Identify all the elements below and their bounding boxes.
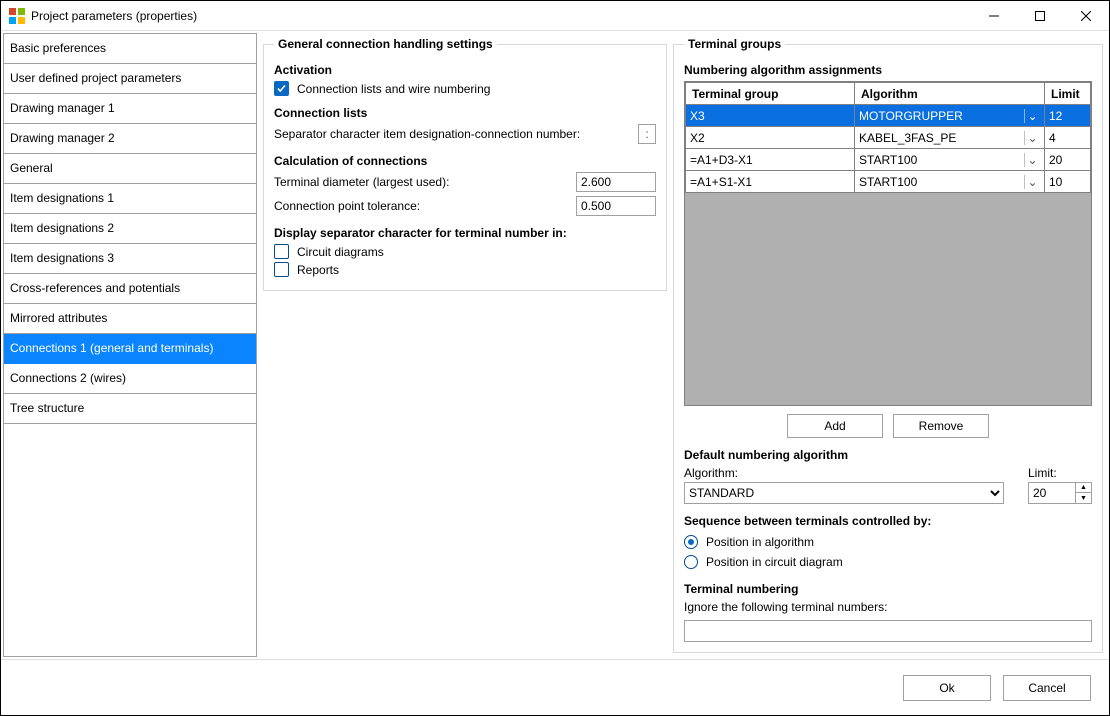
add-button[interactable]: Add xyxy=(787,414,883,438)
assignments-table[interactable]: Terminal group Algorithm Limit X3MOTORGR… xyxy=(684,81,1092,406)
maximize-button[interactable] xyxy=(1017,1,1063,31)
chevron-down-icon[interactable]: ⌄ xyxy=(1024,153,1040,167)
sidebar-item[interactable]: Cross-references and potentials xyxy=(4,274,256,304)
sidebar-item[interactable]: Connections 2 (wires) xyxy=(4,364,256,394)
sidebar-item[interactable]: Mirrored attributes xyxy=(4,304,256,334)
table-row[interactable]: X3MOTORGRUPPER⌄12 xyxy=(686,105,1091,127)
activation-head: Activation xyxy=(274,63,656,77)
sidebar-item[interactable]: Drawing manager 1 xyxy=(4,94,256,124)
sidebar-item[interactable]: Item designations 1 xyxy=(4,184,256,214)
body: Basic preferencesUser defined project pa… xyxy=(1,31,1109,659)
ignore-label: Ignore the following terminal numbers: xyxy=(684,600,1092,614)
cell-terminal-group[interactable]: =A1+S1-X1 xyxy=(686,171,855,193)
minimize-button[interactable] xyxy=(971,1,1017,31)
cell-limit[interactable]: 12 xyxy=(1045,105,1091,127)
app-icon xyxy=(9,8,25,24)
sidebar-item[interactable]: Item designations 3 xyxy=(4,244,256,274)
cell-limit[interactable]: 10 xyxy=(1045,171,1091,193)
terminal-diameter-label: Terminal diameter (largest used): xyxy=(274,175,576,189)
sidebar-item[interactable]: Drawing manager 2 xyxy=(4,124,256,154)
cell-algorithm[interactable]: START100⌄ xyxy=(855,171,1045,193)
separator-input[interactable] xyxy=(638,124,656,144)
display-reports-label: Reports xyxy=(297,263,339,277)
spin-down-icon[interactable]: ▼ xyxy=(1076,493,1092,504)
chevron-down-icon[interactable]: ⌄ xyxy=(1024,109,1040,123)
ok-button[interactable]: Ok xyxy=(903,675,991,701)
spin-up-icon[interactable]: ▲ xyxy=(1076,482,1092,493)
titlebar: Project parameters (properties) xyxy=(1,1,1109,31)
table-row[interactable]: =A1+D3-X1START100⌄20 xyxy=(686,149,1091,171)
terminal-numbering-head: Terminal numbering xyxy=(684,582,1092,596)
numbering-assignments-head: Numbering algorithm assignments xyxy=(684,63,1092,77)
cell-terminal-group[interactable]: X2 xyxy=(686,127,855,149)
close-button[interactable] xyxy=(1063,1,1109,31)
display-sep-head: Display separator character for terminal… xyxy=(274,226,656,240)
chevron-down-icon[interactable]: ⌄ xyxy=(1024,175,1040,189)
ignore-input[interactable] xyxy=(684,620,1092,642)
terminal-groups-title: Terminal groups xyxy=(684,37,785,51)
general-settings-title: General connection handling settings xyxy=(274,37,497,51)
radio-position-algorithm[interactable] xyxy=(684,535,698,549)
sequence-head: Sequence between terminals controlled by… xyxy=(684,514,1092,528)
cell-algorithm[interactable]: MOTORGRUPPER⌄ xyxy=(855,105,1045,127)
default-limit-input[interactable] xyxy=(1028,482,1076,504)
separator-label: Separator character item designation-con… xyxy=(274,127,638,141)
remove-button[interactable]: Remove xyxy=(893,414,989,438)
calc-head: Calculation of connections xyxy=(274,154,656,168)
col-limit[interactable]: Limit xyxy=(1045,83,1091,105)
col-algorithm[interactable]: Algorithm xyxy=(855,83,1045,105)
activation-checkbox-label: Connection lists and wire numbering xyxy=(297,82,490,96)
sidebar-item[interactable]: Item designations 2 xyxy=(4,214,256,244)
activation-checkbox[interactable] xyxy=(274,81,289,96)
sidebar-item[interactable]: Basic preferences xyxy=(4,34,256,64)
window-title: Project parameters (properties) xyxy=(31,9,197,23)
display-circuit-label: Circuit diagrams xyxy=(297,245,384,259)
radio-position-diagram-label: Position in circuit diagram xyxy=(706,555,843,569)
default-limit-spinner[interactable]: ▲ ▼ xyxy=(1028,482,1092,504)
cell-algorithm[interactable]: KABEL_3FAS_PE⌄ xyxy=(855,127,1045,149)
sidebar-item[interactable]: Connections 1 (general and terminals) xyxy=(4,334,256,364)
radio-position-diagram[interactable] xyxy=(684,555,698,569)
connection-lists-head: Connection lists xyxy=(274,106,656,120)
connection-tolerance-label: Connection point tolerance: xyxy=(274,199,576,213)
table-empty-area xyxy=(685,193,1091,405)
default-limit-label: Limit: xyxy=(1028,466,1092,480)
table-row[interactable]: X2KABEL_3FAS_PE⌄4 xyxy=(686,127,1091,149)
cell-terminal-group[interactable]: =A1+D3-X1 xyxy=(686,149,855,171)
cell-terminal-group[interactable]: X3 xyxy=(686,105,855,127)
terminal-groups-group: Terminal groups Numbering algorithm assi… xyxy=(673,37,1103,653)
display-circuit-checkbox[interactable] xyxy=(274,244,289,259)
sidebar-item[interactable]: User defined project parameters xyxy=(4,64,256,94)
chevron-down-icon[interactable]: ⌄ xyxy=(1024,131,1040,145)
general-settings-group: General connection handling settings Act… xyxy=(263,37,667,291)
sidebar-nav: Basic preferencesUser defined project pa… xyxy=(3,33,257,657)
radio-position-algorithm-label: Position in algorithm xyxy=(706,535,814,549)
default-algo-label: Algorithm: xyxy=(684,466,1004,480)
dialog-footer: Ok Cancel xyxy=(1,659,1109,715)
cancel-button[interactable]: Cancel xyxy=(1003,675,1091,701)
main-area: General connection handling settings Act… xyxy=(259,33,1107,657)
table-row[interactable]: =A1+S1-X1START100⌄10 xyxy=(686,171,1091,193)
terminal-diameter-input[interactable] xyxy=(576,172,656,192)
display-reports-checkbox[interactable] xyxy=(274,262,289,277)
default-algo-head: Default numbering algorithm xyxy=(684,448,1092,462)
default-algo-select[interactable]: STANDARD xyxy=(684,482,1004,504)
sidebar-item[interactable]: General xyxy=(4,154,256,184)
sidebar-item[interactable]: Tree structure xyxy=(4,394,256,424)
col-terminal-group[interactable]: Terminal group xyxy=(686,83,855,105)
cell-algorithm[interactable]: START100⌄ xyxy=(855,149,1045,171)
window: Project parameters (properties) Basic pr… xyxy=(0,0,1110,716)
cell-limit[interactable]: 20 xyxy=(1045,149,1091,171)
connection-tolerance-input[interactable] xyxy=(576,196,656,216)
cell-limit[interactable]: 4 xyxy=(1045,127,1091,149)
